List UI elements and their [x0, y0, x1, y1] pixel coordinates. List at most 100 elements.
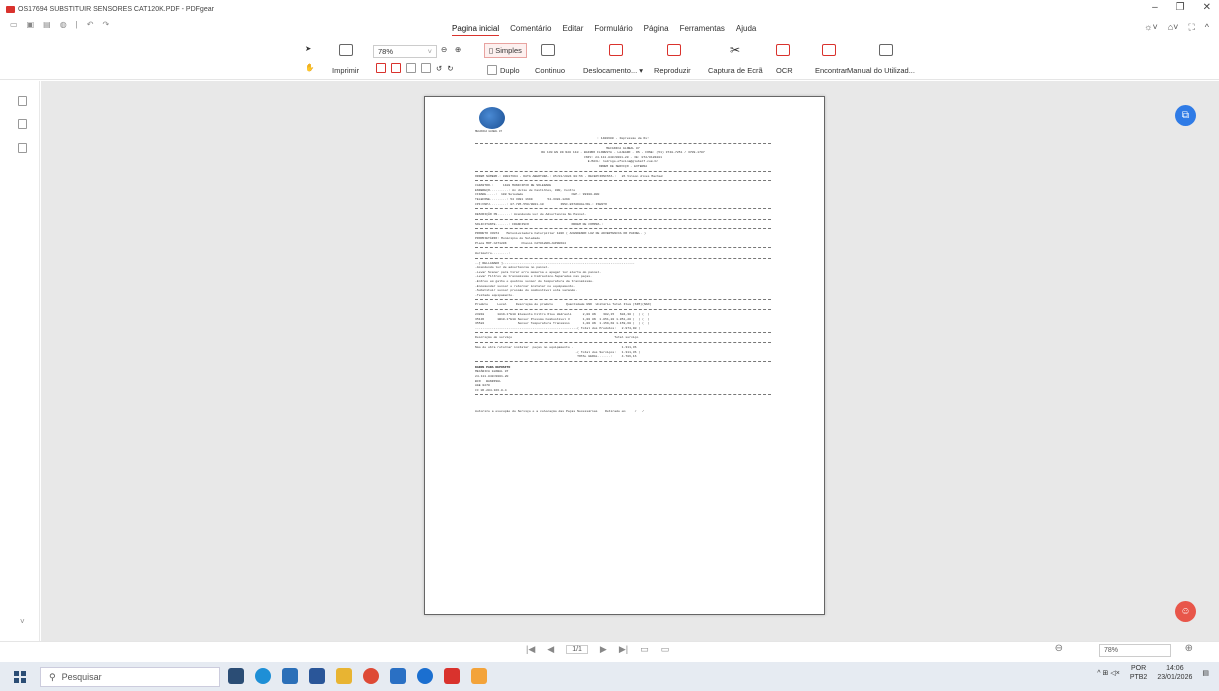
last-page-icon[interactable]: ▶|: [619, 644, 628, 655]
menu-tabs: Pagina inicial Comentário Editar Formulá…: [452, 24, 756, 36]
left-sidebar: [0, 81, 40, 641]
simples-button[interactable]: ▯ Simples: [484, 43, 527, 58]
browser-icon[interactable]: [417, 668, 433, 684]
fullscreen-icon[interactable]: ⛶: [1188, 22, 1194, 33]
language-indicator[interactable]: POR PTB2: [1130, 664, 1148, 682]
thumbnails-icon[interactable]: [18, 119, 27, 129]
scissors-icon[interactable]: ✂: [730, 43, 740, 57]
zoom-bottom-input[interactable]: 78%: [1099, 644, 1171, 657]
task-view-icon[interactable]: [228, 668, 244, 684]
document-line: CPF/CNPJ.........: 87.785.550/0001-10 IN…: [475, 201, 607, 206]
rotate-right-icon[interactable]: ↻: [447, 64, 453, 73]
select-tool-icon[interactable]: ➤: [305, 44, 311, 53]
clock[interactable]: 14:06 23/01/2026: [1157, 664, 1192, 682]
zoom-out-bottom-icon[interactable]: ⊖: [1055, 643, 1063, 654]
document-rule: [475, 360, 771, 362]
fit-visible-icon[interactable]: [421, 63, 431, 73]
search-placeholder: Pesquisar: [61, 672, 102, 682]
minimize-icon[interactable]: –: [1152, 2, 1158, 13]
company-logo: [479, 107, 505, 129]
lang-top: POR: [1130, 665, 1147, 672]
print-quick-icon[interactable]: ◍: [60, 20, 67, 29]
tab-comentario[interactable]: Comentário: [510, 24, 551, 36]
deslocamento-button[interactable]: Deslocamento... ▾: [583, 66, 643, 75]
encontrar-button[interactable]: Encontrar: [815, 66, 848, 75]
tab-ferramentas[interactable]: Ferramentas: [680, 24, 725, 36]
save-icon[interactable]: ▣: [27, 20, 35, 29]
prev-page-icon[interactable]: ◀: [547, 644, 554, 655]
ocr-icon[interactable]: [776, 44, 790, 56]
maximize-icon[interactable]: ❐: [1176, 2, 1185, 13]
duplo-button[interactable]: Duplo: [487, 65, 520, 75]
reproduzir-button[interactable]: Reproduzir: [654, 66, 691, 75]
sidebar-expand-icon[interactable]: ˅: [20, 617, 25, 626]
pdfgear-logo-icon: [6, 5, 15, 13]
taskbar-search[interactable]: ⚲ Pesquisar: [40, 667, 220, 687]
theme-icon[interactable]: ☼˅: [1144, 22, 1158, 33]
clock-time: 14:06: [1166, 665, 1184, 672]
continuo-button[interactable]: Continuo: [535, 66, 565, 75]
zoom-in-icon[interactable]: ⊕: [455, 45, 461, 54]
print-button[interactable]: Imprimir: [332, 66, 359, 75]
manual-icon[interactable]: [879, 44, 893, 56]
tab-editar[interactable]: Editar: [563, 24, 584, 36]
document-line: : 1400600 - Impressão da Os!: [597, 136, 649, 140]
app-blue-icon[interactable]: [390, 668, 406, 684]
chevron-down-icon: ˅: [427, 47, 432, 56]
first-page-icon[interactable]: |◀: [526, 644, 535, 655]
tab-pagina[interactable]: Página: [644, 24, 669, 36]
rotate-left-icon[interactable]: ↺: [436, 64, 442, 73]
double-page-icon: [487, 65, 497, 75]
fit-width-icon[interactable]: [391, 63, 401, 73]
bookmark-icon[interactable]: [18, 96, 27, 106]
page-number-input[interactable]: 1/1: [566, 645, 588, 654]
document-line: Descrição do serviço Total serviço: [475, 335, 639, 340]
edge-icon[interactable]: [255, 668, 271, 684]
zoom-in-bottom-icon[interactable]: ⊕: [1185, 643, 1193, 654]
notepad-icon[interactable]: [471, 668, 487, 684]
comments-icon[interactable]: [18, 143, 27, 153]
document-rule: [475, 228, 771, 230]
close-icon[interactable]: ✕: [1203, 2, 1211, 13]
account-icon[interactable]: ⌂˅: [1168, 22, 1179, 33]
windows-start-icon[interactable]: [14, 670, 26, 683]
page-up-icon[interactable]: ▭: [640, 644, 649, 655]
document-rule: [475, 342, 771, 343]
collapse-ribbon-icon[interactable]: ^: [1205, 22, 1209, 33]
file-explorer-icon[interactable]: [282, 668, 298, 684]
document-content: MECANICA GLOBAL 07 : 1400600 - Impressão…: [475, 107, 771, 414]
feedback-icon[interactable]: ☺: [1175, 601, 1196, 622]
play-icon[interactable]: [667, 44, 681, 56]
tab-ajuda[interactable]: Ajuda: [736, 24, 756, 36]
find-icon[interactable]: [822, 44, 836, 56]
tray-arrows-icon[interactable]: ^ ⊞ ◁×: [1097, 669, 1120, 677]
tab-formulario[interactable]: Formulário: [594, 24, 632, 36]
folder-icon[interactable]: [336, 668, 352, 684]
duplo-label: Duplo: [500, 65, 520, 75]
ai-assistant-icon[interactable]: ⧉: [1175, 105, 1196, 126]
fit-page-icon[interactable]: [376, 63, 386, 73]
redo-icon[interactable]: ↷: [102, 20, 109, 29]
save-as-icon[interactable]: ▤: [43, 20, 51, 29]
word-icon[interactable]: [309, 668, 325, 684]
ocr-button[interactable]: OCR: [776, 66, 793, 75]
next-page-icon[interactable]: ▶: [600, 644, 607, 655]
ribbon-toolbar: ➤ ✋ Imprimir ⊖ ⊕ ↺ ↻ Duplo Continuo Desl…: [0, 38, 1219, 80]
manual-button[interactable]: Manual do Utilizad...: [847, 66, 915, 75]
undo-icon[interactable]: ↶: [87, 20, 94, 29]
document-line: ORDEM DE SERVIÇO - EXTERNA: [598, 163, 648, 168]
tab-pagina-inicial[interactable]: Pagina inicial: [452, 24, 500, 36]
chrome-icon[interactable]: [363, 668, 379, 684]
continuous-icon[interactable]: [541, 44, 555, 56]
captura-button[interactable]: Captura de Ecrã: [708, 66, 763, 75]
zoom-select[interactable]: 78% ˅: [373, 45, 437, 58]
pdfgear-taskbar-icon[interactable]: [444, 668, 460, 684]
actual-size-icon[interactable]: [406, 63, 416, 73]
hand-tool-icon[interactable]: ✋: [305, 63, 314, 72]
zoom-out-icon[interactable]: ⊖: [441, 45, 447, 54]
page-down-icon[interactable]: ▭: [661, 644, 670, 655]
printer-icon[interactable]: [339, 44, 353, 56]
scroll-icon[interactable]: [609, 44, 623, 56]
notifications-icon[interactable]: ▤: [1202, 669, 1209, 677]
open-icon[interactable]: ▭: [10, 20, 18, 29]
